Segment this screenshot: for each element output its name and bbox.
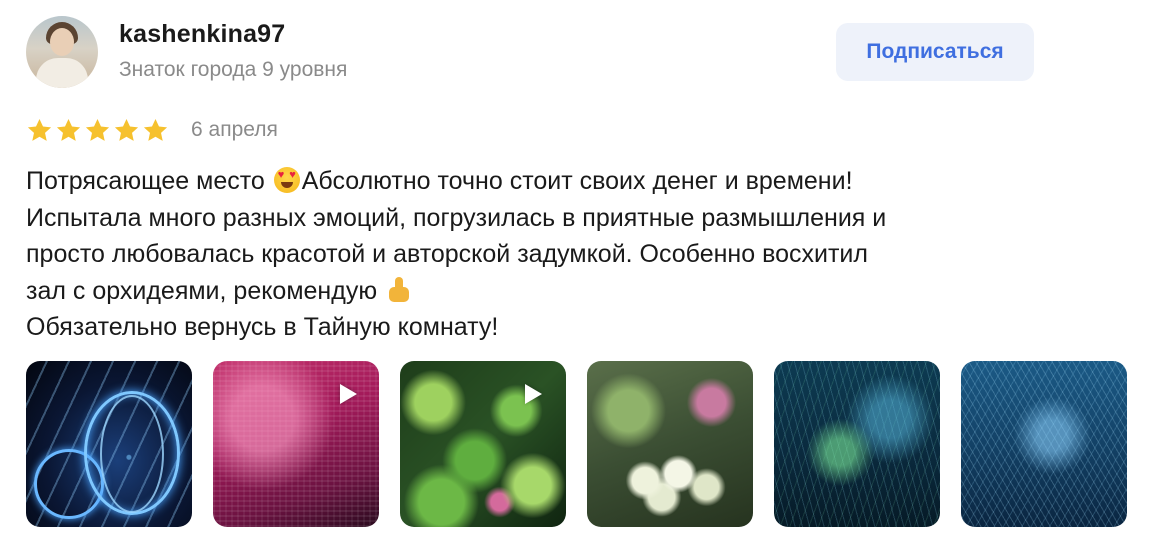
photo-gallery xyxy=(26,361,1127,527)
review-line: просто любовалась красотой и авторской з… xyxy=(26,236,1026,273)
rating-stars xyxy=(26,117,169,144)
review-line: Испытала много разных эмоций, погрузилас… xyxy=(26,200,1026,237)
review-text-segment: Испытала много разных эмоций, погрузилас… xyxy=(26,203,887,232)
avatar-face xyxy=(50,28,74,56)
review-text-segment: просто любовалась красотой и авторской з… xyxy=(26,240,868,268)
gallery-photo-1[interactable] xyxy=(26,361,192,527)
star-icon xyxy=(114,119,139,141)
star-icon xyxy=(143,119,168,141)
review-text: Потрясающее место Абсолютно точно стоит … xyxy=(26,163,1026,346)
gallery-video-2[interactable] xyxy=(213,361,379,527)
review-date: 6 апреля xyxy=(191,118,278,141)
star-icon xyxy=(85,119,110,141)
star-icon xyxy=(56,119,81,141)
play-icon xyxy=(340,384,357,404)
review-line: зал с орхидеями, рекомендую xyxy=(26,273,1026,310)
play-icon xyxy=(525,384,542,404)
review-text-segment: Обязательно вернусь в Тайную комнату! xyxy=(26,313,499,341)
review-line: Обязательно вернусь в Тайную комнату! xyxy=(26,309,1026,346)
user-level: Знаток города 9 уровня xyxy=(119,58,348,81)
review-text-segment: Абсолютно точно стоит своих денег и врем… xyxy=(301,167,853,195)
gallery-photo-4[interactable] xyxy=(587,361,753,527)
gallery-video-3[interactable] xyxy=(400,361,566,527)
avatar-body xyxy=(36,58,88,88)
heart-eyes-emoji-icon xyxy=(273,167,300,193)
star-icon xyxy=(27,119,52,141)
review-text-segment: зал с орхидеями, рекомендую xyxy=(26,276,385,305)
neon-sphere-inner-shape xyxy=(100,395,164,513)
subscribe-button[interactable]: Подписаться xyxy=(836,23,1034,81)
review-line: Потрясающее место Абсолютно точно стоит … xyxy=(26,163,1026,200)
username[interactable]: kashenkina97 xyxy=(119,20,285,49)
thumbs-up-emoji-icon xyxy=(386,276,412,303)
gallery-photo-6[interactable] xyxy=(961,361,1127,527)
gallery-photo-5[interactable] xyxy=(774,361,940,527)
avatar[interactable] xyxy=(26,16,98,88)
review-text-segment: Потрясающее место xyxy=(26,167,272,195)
